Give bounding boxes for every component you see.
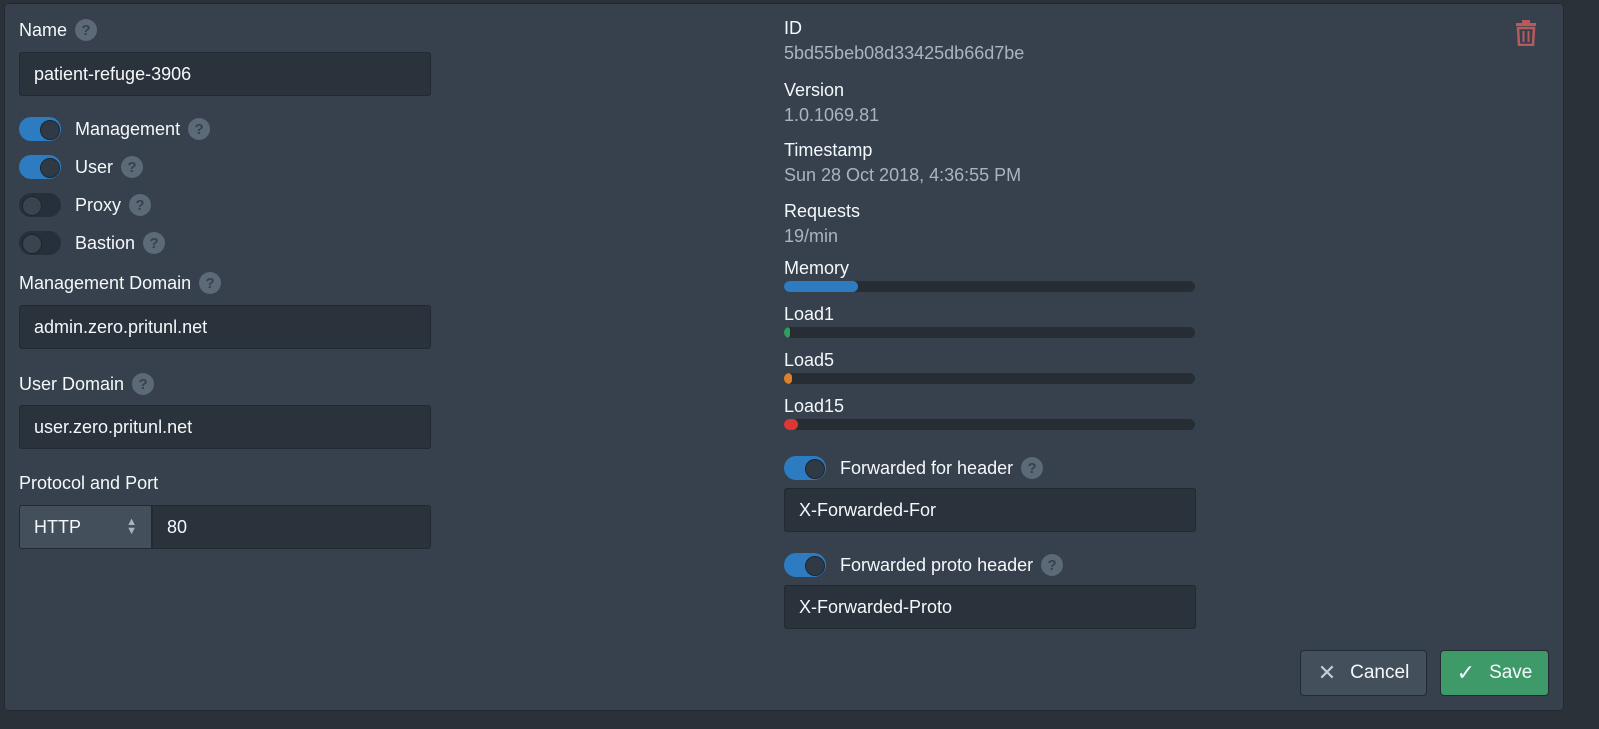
requests-value: 19/min — [784, 226, 839, 246]
toggle-label: Bastion — [75, 232, 136, 253]
bar-load1: Load1 — [784, 304, 1195, 350]
toggle-switch[interactable] — [19, 231, 61, 255]
forwarded-for-input[interactable]: X-Forwarded-For — [784, 488, 1196, 532]
resource-bars: Memory Load1 Load5 Load15 — [784, 258, 1195, 442]
name-input[interactable]: patient-refuge-3906 — [19, 52, 431, 96]
toggle-switch[interactable] — [784, 456, 826, 480]
name-label-text: Name — [19, 19, 68, 40]
toggle-proxy[interactable]: Proxy? — [19, 192, 210, 218]
cancel-button[interactable]: ✕ Cancel — [1300, 650, 1427, 696]
help-icon[interactable]: ? — [188, 118, 211, 140]
management-domain-label-text: Management Domain — [19, 272, 192, 293]
role-toggles: Management? User? Proxy? Bastion? — [19, 116, 211, 268]
progress-fill — [784, 373, 793, 384]
delete-button[interactable] — [1515, 20, 1537, 51]
toggle-switch[interactable] — [784, 553, 826, 577]
toggle-switch[interactable] — [19, 193, 61, 217]
progress-track — [784, 281, 1195, 292]
help-icon[interactable]: ? — [75, 19, 98, 41]
id-label: ID — [784, 18, 802, 38]
bar-label: Load15 — [784, 396, 845, 416]
select-caret-icon: ▲ ▼ — [126, 516, 137, 537]
toggle-label: Management — [75, 118, 181, 139]
progress-fill — [784, 419, 799, 430]
bar-load5: Load5 — [784, 350, 1195, 396]
help-icon[interactable]: ? — [129, 194, 152, 216]
forwarded-for-label: Forwarded for header — [840, 457, 1014, 478]
toggle-label: User — [75, 156, 114, 177]
toggle-management[interactable]: Management? — [19, 116, 211, 142]
bar-load15: Load15 — [784, 396, 1195, 442]
toggle-label: Proxy — [75, 194, 122, 215]
bar-label: Load5 — [784, 350, 835, 370]
help-icon[interactable]: ? — [1021, 457, 1044, 479]
bar-label: Memory — [784, 258, 850, 278]
protocol-value: HTTP — [34, 516, 81, 537]
forwarded-proto-label: Forwarded proto header — [840, 554, 1034, 575]
user-domain-label: User Domain? — [19, 372, 155, 396]
id-value: 5bd55beb08d33425db66d7be — [784, 43, 1025, 63]
close-icon: ✕ — [1317, 660, 1337, 685]
timestamp-value: Sun 28 Oct 2018, 4:36:55 PM — [784, 165, 1022, 185]
progress-track — [784, 373, 1195, 384]
progress-fill — [784, 327, 791, 338]
forwarded-proto-input[interactable]: X-Forwarded-Proto — [784, 585, 1196, 629]
management-domain-label: Management Domain? — [19, 271, 222, 295]
forwarded-for-toggle[interactable]: Forwarded for header? — [784, 455, 1044, 481]
protocol-port-group: HTTP ▲ ▼ 80 — [19, 505, 431, 549]
node-settings-panel: Name? patient-refuge-3906 Management? Use… — [4, 3, 1564, 711]
toggle-switch[interactable] — [19, 155, 61, 179]
forwarded-proto-toggle[interactable]: Forwarded proto header? — [784, 552, 1064, 578]
progress-fill — [784, 281, 858, 292]
timestamp-label: Timestamp — [784, 140, 873, 160]
bar-memory: Memory — [784, 258, 1195, 304]
help-icon[interactable]: ? — [132, 373, 155, 395]
save-label: Save — [1489, 662, 1533, 683]
user-domain-input[interactable]: user.zero.pritunl.net — [19, 405, 431, 449]
save-button[interactable]: ✓ Save — [1440, 650, 1549, 696]
name-label: Name? — [19, 18, 98, 42]
progress-track — [784, 327, 1195, 338]
trash-icon — [1516, 20, 1536, 47]
protocol-select[interactable]: HTTP ▲ ▼ — [19, 505, 152, 549]
help-icon[interactable]: ? — [199, 272, 222, 294]
port-input[interactable]: 80 — [152, 505, 431, 549]
help-icon[interactable]: ? — [1041, 554, 1064, 576]
cancel-label: Cancel — [1350, 662, 1410, 683]
node-info: ID 5bd55beb08d33425db66d7be Version 1.0.10… — [784, 18, 1195, 442]
user-domain-label-text: User Domain — [19, 373, 125, 394]
toggle-bastion[interactable]: Bastion? — [19, 230, 210, 256]
version-value: 1.0.1069.81 — [784, 105, 880, 125]
toggle-user[interactable]: User? — [19, 154, 210, 180]
bar-label: Load1 — [784, 304, 835, 324]
toggle-switch[interactable] — [19, 117, 61, 141]
help-icon[interactable]: ? — [121, 156, 144, 178]
requests-label: Requests — [784, 201, 861, 221]
management-domain-input[interactable]: admin.zero.pritunl.net — [19, 305, 431, 349]
protocol-port-label: Protocol and Port — [19, 472, 159, 493]
version-label: Version — [784, 80, 845, 100]
help-icon[interactable]: ? — [143, 232, 166, 254]
check-icon: ✓ — [1456, 660, 1476, 685]
progress-track — [784, 419, 1195, 430]
